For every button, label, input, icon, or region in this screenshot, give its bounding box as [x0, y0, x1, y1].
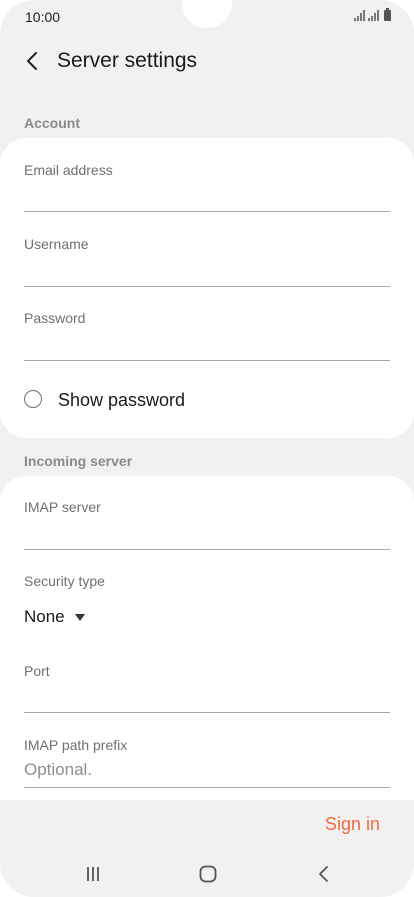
imap-server-label: IMAP server: [24, 499, 101, 515]
email-field[interactable]: [24, 186, 390, 210]
username-label: Username: [24, 236, 89, 252]
chevron-left-icon: [27, 52, 37, 70]
recent-apps-icon: [87, 867, 99, 881]
show-password-label[interactable]: Show password: [58, 390, 185, 411]
incoming-server-card: IMAP server Security type None Port IMAP…: [0, 476, 414, 800]
back-icon: [319, 866, 328, 882]
home-button[interactable]: [193, 860, 223, 888]
security-type-dropdown[interactable]: None: [24, 607, 85, 627]
username-underline: [24, 286, 390, 287]
section-label-incoming-server: Incoming server: [24, 453, 133, 469]
imap-server-field[interactable]: [24, 523, 390, 547]
dropdown-arrow-icon: [74, 613, 85, 621]
signal-icon: [354, 10, 365, 21]
nav-back-button[interactable]: [309, 860, 339, 888]
password-underline: [24, 360, 390, 361]
page-title: Server settings: [57, 49, 198, 72]
imap-path-prefix-underline: [24, 787, 390, 788]
username-field[interactable]: [24, 260, 390, 284]
account-card: Email address Username Password Show pas…: [0, 138, 414, 438]
port-field[interactable]: [24, 687, 390, 711]
email-underline: [24, 211, 390, 212]
password-field[interactable]: [24, 334, 390, 358]
security-type-label: Security type: [24, 573, 105, 589]
email-label: Email address: [24, 162, 113, 178]
imap-server-underline: [24, 549, 390, 550]
port-label: Port: [24, 663, 50, 679]
status-time: 10:00: [25, 9, 61, 25]
section-label-account: Account: [24, 115, 80, 131]
app-header: Server settings: [0, 40, 414, 84]
status-bar: 10:00: [0, 0, 414, 34]
home-icon: [199, 865, 217, 883]
battery-icon: [384, 8, 391, 21]
password-label: Password: [24, 310, 86, 326]
port-underline: [24, 712, 390, 713]
signal-icon: [368, 10, 379, 21]
sign-in-button[interactable]: Sign in: [325, 814, 380, 835]
navigation-bar: [0, 850, 414, 897]
security-type-value: None: [24, 607, 65, 626]
phone-screen: 10:00 Server settings Account Email addr…: [0, 0, 414, 897]
imap-path-prefix-label: IMAP path prefix: [24, 737, 128, 753]
imap-path-prefix-field[interactable]: [24, 758, 390, 782]
recent-apps-button[interactable]: [78, 860, 108, 888]
back-button[interactable]: [18, 46, 48, 76]
show-password-radio[interactable]: [24, 390, 42, 408]
status-icons: [354, 8, 391, 21]
